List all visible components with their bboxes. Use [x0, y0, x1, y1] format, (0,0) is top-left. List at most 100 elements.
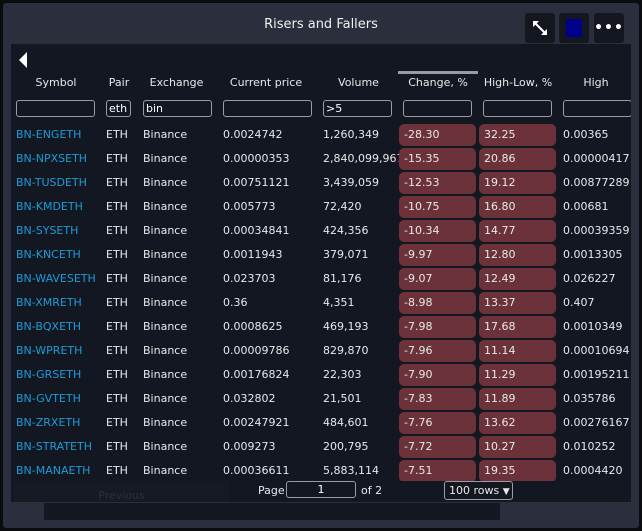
table-row[interactable]: BN-SYSETH ETH Binance 0.00034841 424,356 -10.… [11, 219, 631, 243]
table-row[interactable]: BN-STRATETH ETH Binance 0.009273 200,795 -7.7… [11, 435, 631, 459]
cell-volume: 200,795 [323, 440, 369, 453]
cell-pair: ETH [106, 200, 128, 213]
table-row[interactable]: BN-KMDETH ETH Binance 0.005773 72,420 -10.75 1… [11, 195, 631, 219]
cell-symbol[interactable]: BN-NPXSETH [16, 152, 87, 165]
cell-change: -7.83 [399, 388, 476, 410]
cell-high-low: 10.27 [479, 436, 556, 458]
cell-current-price: 0.0011943 [223, 248, 283, 261]
table-row[interactable]: BN-ENGETH ETH Binance 0.0024742 1,260,349 -28… [11, 123, 631, 147]
table-row[interactable]: BN-WAVESETH ETH Binance 0.023703 81,176 -9.07… [11, 267, 631, 291]
cell-current-price: 0.032802 [223, 392, 276, 405]
risers-fallers-window: Risers and Fallers ••• Symbol Pair Excha… [3, 3, 639, 528]
header-high-low[interactable]: High-Low, % [478, 76, 558, 94]
cell-pair: ETH [106, 272, 128, 285]
rows-per-page-select[interactable]: 100 rows ▼ [444, 481, 513, 500]
cell-exchange: Binance [143, 416, 188, 429]
header-high[interactable]: High [561, 76, 631, 94]
header-pair[interactable]: Pair [104, 76, 134, 94]
cell-high: 0.00195211 [563, 368, 630, 381]
expand-icon [533, 21, 547, 35]
cell-symbol[interactable]: BN-ENGETH [16, 128, 81, 141]
filter-pair[interactable] [106, 100, 131, 117]
header-change[interactable]: Change, % [398, 76, 478, 94]
cell-high: 0.026227 [563, 272, 616, 285]
cell-high: 0.00010694 [563, 344, 630, 357]
cell-symbol[interactable]: BN-WPRETH [16, 344, 82, 357]
header-volume[interactable]: Volume [321, 76, 396, 94]
more-icon: ••• [594, 20, 624, 36]
cell-symbol[interactable]: BN-GRSETH [16, 368, 81, 381]
cell-current-price: 0.00000353 [223, 152, 290, 165]
table-row[interactable]: BN-KNCETH ETH Binance 0.0011943 379,071 -9.97… [11, 243, 631, 267]
table-body: BN-ENGETH ETH Binance 0.0024742 1,260,349 -28… [11, 123, 631, 481]
header-symbol[interactable]: Symbol [16, 76, 96, 94]
cell-high-low: 11.89 [479, 388, 556, 410]
cell-symbol[interactable]: BN-MANAETH [16, 464, 90, 477]
cell-high-low: 17.68 [479, 316, 556, 338]
cell-high: 0.0004420 [563, 464, 623, 477]
cell-high: 0.00039359 [563, 224, 630, 237]
cell-exchange: Binance [143, 368, 188, 381]
color-swatch-button[interactable] [559, 13, 589, 43]
cell-symbol[interactable]: BN-GVTETH [16, 392, 81, 405]
previous-button[interactable]: Previous [14, 481, 229, 502]
table-row[interactable]: BN-ZRXETH ETH Binance 0.00247921 484,601 -7.7… [11, 411, 631, 435]
cell-symbol[interactable]: BN-KNCETH [16, 248, 81, 261]
filter-high-low[interactable] [483, 100, 552, 117]
cell-volume: 4,351 [323, 296, 355, 309]
filter-price[interactable] [223, 100, 312, 117]
cell-current-price: 0.005773 [223, 200, 276, 213]
table-row[interactable]: BN-GVTETH ETH Binance 0.032802 21,501 -7.83 11… [11, 387, 631, 411]
cell-symbol[interactable]: BN-XMRETH [16, 296, 82, 309]
cell-volume: 2,840,099,967 [323, 152, 404, 165]
cell-high: 0.00877289 [563, 176, 630, 189]
cell-change: -7.96 [399, 340, 476, 362]
cell-exchange: Binance [143, 200, 188, 213]
cell-high: 0.035786 [563, 392, 616, 405]
table-row[interactable]: BN-GRSETH ETH Binance 0.00176824 22,303 -7.90… [11, 363, 631, 387]
table-row[interactable]: BN-WPRETH ETH Binance 0.00009786 829,870 -7.9… [11, 339, 631, 363]
cell-exchange: Binance [143, 272, 188, 285]
expand-button[interactable] [525, 13, 555, 43]
table-row[interactable]: BN-XMRETH ETH Binance 0.36 4,351 -8.98 13.37 0.… [11, 291, 631, 315]
filter-high[interactable] [563, 100, 631, 117]
cell-exchange: Binance [143, 224, 188, 237]
cell-volume: 72,420 [323, 200, 362, 213]
back-arrow-icon[interactable] [19, 52, 27, 68]
header-exchange[interactable]: Exchange [139, 76, 214, 94]
cell-exchange: Binance [143, 296, 188, 309]
cell-volume: 424,356 [323, 224, 369, 237]
table-row[interactable]: BN-MANAETH ETH Binance 0.00036611 5,883,114 -… [11, 459, 631, 481]
cell-symbol[interactable]: BN-TUSDETH [16, 176, 87, 189]
cell-current-price: 0.009273 [223, 440, 276, 453]
cell-change: -7.51 [399, 460, 476, 481]
table-row[interactable]: BN-BQXETH ETH Binance 0.0008625 469,193 -7.98… [11, 315, 631, 339]
cell-symbol[interactable]: BN-WAVESETH [16, 272, 96, 285]
cell-pair: ETH [106, 344, 128, 357]
cell-symbol[interactable]: BN-SYSETH [16, 224, 78, 237]
table-row[interactable]: BN-NPXSETH ETH Binance 0.00000353 2,840,099,… [11, 147, 631, 171]
cell-volume: 379,071 [323, 248, 369, 261]
filter-volume[interactable] [323, 100, 392, 117]
filter-symbol[interactable] [16, 100, 95, 117]
cell-symbol[interactable]: BN-STRATETH [16, 440, 92, 453]
filter-exchange[interactable] [143, 100, 212, 117]
cell-pair: ETH [106, 464, 128, 477]
more-button[interactable]: ••• [594, 13, 624, 43]
cell-change: -15.35 [399, 148, 476, 170]
cell-symbol[interactable]: BN-ZRXETH [16, 416, 80, 429]
cell-high-low: 19.12 [479, 172, 556, 194]
table-row[interactable]: BN-TUSDETH ETH Binance 0.00751121 3,439,059 -… [11, 171, 631, 195]
cell-high: 0.0010349 [563, 320, 623, 333]
filter-change[interactable] [403, 100, 472, 117]
page-input[interactable] [286, 481, 356, 498]
cell-volume: 5,883,114 [323, 464, 379, 477]
cell-high: 0.00681 [563, 200, 609, 213]
header-current-price[interactable]: Current price [221, 76, 311, 94]
cell-symbol[interactable]: BN-BQXETH [16, 320, 81, 333]
cell-exchange: Binance [143, 392, 188, 405]
cell-high-low: 19.35 [479, 460, 556, 481]
cell-current-price: 0.36 [223, 296, 248, 309]
cell-high: 0.010252 [563, 440, 616, 453]
cell-symbol[interactable]: BN-KMDETH [16, 200, 83, 213]
